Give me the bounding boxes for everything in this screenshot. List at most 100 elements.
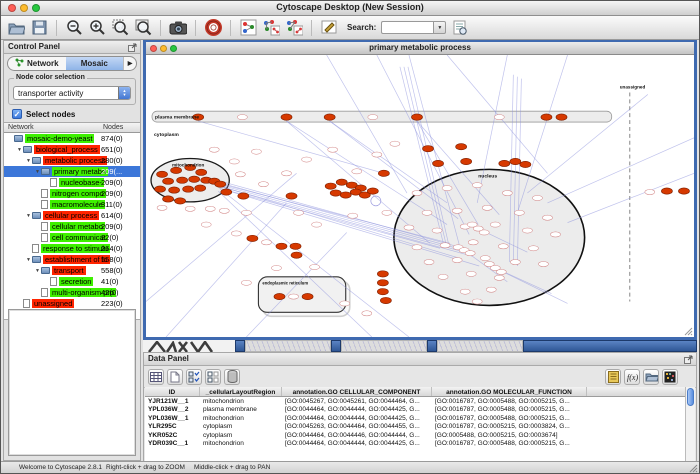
new-attribute-icon[interactable] [167,369,183,385]
column-header[interactable]: annotation.GO MOLECULAR_FUNCTION [432,387,587,396]
table-cell: [GO:0045263, GO:0044464, GO:0044455, G..… [282,423,432,430]
delete-attribute-trash-icon[interactable] [224,369,240,385]
snapshot-camera-icon[interactable] [169,19,187,37]
select-nodes-label: Select nodes [26,110,75,119]
mitochondrion-label: mitochondrion [172,162,204,167]
tree-row[interactable]: nitrogen compo209(0) [4,188,140,199]
zoom-out-icon[interactable] [65,19,83,37]
tree-row[interactable]: nucleobase-209(0) [4,177,140,188]
table-row[interactable]: YKR052Ccytoplasm[GO:0044464, GO:0044446,… [145,431,685,440]
background-frame-content[interactable] [245,340,331,352]
tab-network[interactable]: Network [8,57,66,70]
attribute-editor-icon[interactable] [605,369,621,385]
window-titlebar[interactable]: Cytoscape Desktop (New Session) [1,1,699,16]
annotation-icon[interactable] [320,19,338,37]
expand-triangle-icon[interactable]: ▼ [25,213,32,219]
expand-triangle-icon[interactable]: ▼ [34,268,41,274]
new-network-from-selected-nodes-icon[interactable] [262,19,280,37]
background-frame-titlebar[interactable] [331,340,341,352]
attribute-table-icon[interactable] [148,369,164,385]
table-cell: [GO:0016787, GO:0005488, GO:0005215, G..… [432,440,587,447]
tab-mosaic[interactable]: Mosaic [66,57,124,70]
table-cell: mitochondrion [200,440,282,447]
column-header[interactable]: annotation.GO CELLULAR_COMPONENT [282,387,432,396]
background-frame-titlebar[interactable] [523,340,697,352]
attribute-table-header[interactable]: ID_cellularLayoutRegionannotation.GO CEL… [145,387,685,397]
file-icon [41,288,48,297]
tree-label: unassigned [32,299,74,308]
zoom-selected-region-icon[interactable] [111,19,129,37]
tree-row[interactable]: ▼metabolic process280(0) [4,155,140,166]
expand-triangle-icon[interactable]: ▼ [34,169,41,175]
background-frame-titlebar[interactable] [235,340,245,352]
expand-triangle-icon[interactable]: ▼ [16,147,23,153]
data-panel-title: Data Panel [148,354,189,363]
tree-label: primary metabo [52,167,108,176]
tree-row[interactable]: secretion41(0) [4,276,140,287]
select-nodes-checkbox[interactable]: ✓ [12,109,22,119]
save-session-icon[interactable] [30,19,48,37]
tree-label: nitrogen compo [50,189,106,198]
tree-row[interactable]: mosaic-demo-yeast874(0) [4,133,140,144]
table-row[interactable]: YDR039C__1mitochondrion[GO:0044464, GO:0… [145,440,685,449]
tree-label: mosaic-demo-yeast [25,134,94,143]
tree-column-headers[interactable]: Network Nodes [4,122,140,133]
tree-label: transport [52,266,86,275]
file-icon [50,178,57,187]
float-panel-icon[interactable] [684,355,693,364]
open-session-icon[interactable] [7,19,25,37]
zoom-in-icon[interactable] [88,19,106,37]
tree-row[interactable]: cell communicat22(0) [4,232,140,243]
tree-row[interactable]: ▼biological_process651(0) [4,144,140,155]
new-network-from-selected-edges-icon[interactable] [285,19,303,37]
tree-row[interactable]: multi-organism pro42(0) [4,287,140,298]
control-panel-header: Control Panel [4,41,140,54]
tree-label: macromolecule [50,200,105,209]
tree-nodes-count: 264(0) [101,244,123,253]
background-frame-content[interactable] [437,340,523,352]
node-color-dropdown[interactable]: transporter activity ▲▼ [13,86,131,100]
float-panel-icon[interactable] [128,43,137,52]
column-header[interactable]: ID [145,387,200,396]
table-cell: [GO:0045267, GO:0045261, GO:0044464, G..… [282,398,432,405]
table-row[interactable]: YJR121W__1mitochondrion[GO:0045267, GO:0… [145,397,685,406]
table-row[interactable]: YLR295Ccytoplasm[GO:0045263, GO:0044464,… [145,423,685,432]
table-row[interactable]: YPL036W__1mitochondrion[GO:0044464, GO:0… [145,414,685,423]
search-input[interactable] [381,21,433,34]
tree-label: biological_process [34,145,100,154]
column-header[interactable]: _cellularLayoutRegion [200,387,282,396]
unselect-attributes-icon[interactable] [205,369,221,385]
import-attribute-file-icon[interactable] [643,369,659,385]
search-dropdown-icon[interactable]: ▼ [433,21,446,34]
tree-row[interactable]: ▼primary metabo209(... [4,166,140,177]
function-builder-icon[interactable]: f(x) [624,369,640,385]
frame-resize-grip[interactable] [684,327,693,336]
background-frame-content[interactable] [341,340,427,352]
zoom-fit-icon[interactable] [134,19,152,37]
import-attributes-icon[interactable] [451,19,469,37]
window-title: Cytoscape Desktop (New Session) [1,2,699,12]
window-resize-grip[interactable] [689,464,698,473]
scrollbar-thumb[interactable] [687,388,694,406]
tree-row[interactable]: ▼establishment of lo558(0) [4,254,140,265]
select-attributes-icon[interactable] [186,369,202,385]
table-row[interactable]: YPL036W__2plasma membrane[GO:0044464, GO… [145,406,685,415]
birds-eye-view-panel[interactable] [8,309,136,456]
tree-row[interactable]: ▼cellular process614(0) [4,210,140,221]
tree-row[interactable]: ▼transport558(0) [4,265,140,276]
file-icon [41,233,48,242]
tree-row[interactable]: cellular metabo209(0) [4,221,140,232]
tree-row[interactable]: unassigned223(0) [4,298,140,309]
background-frames-strip [143,340,697,352]
help-lifesaver-icon[interactable] [204,19,222,37]
network-view-icon[interactable] [239,19,257,37]
network-canvas[interactable]: plasma membrane cytoplasm mitochondrion … [146,55,694,337]
tree-row[interactable]: response to stimulu264(0) [4,243,140,254]
expand-triangle-icon[interactable]: ▼ [25,158,32,164]
network-view-titlebar[interactable]: primary metabolic process [146,42,694,55]
tree-row[interactable]: macromolecule311(0) [4,199,140,210]
background-frame-titlebar[interactable] [427,340,437,352]
tab-overflow-arrow-icon[interactable]: ▶ [123,57,136,70]
matrix-view-icon[interactable] [662,369,678,385]
expand-triangle-icon[interactable]: ▼ [25,257,32,263]
